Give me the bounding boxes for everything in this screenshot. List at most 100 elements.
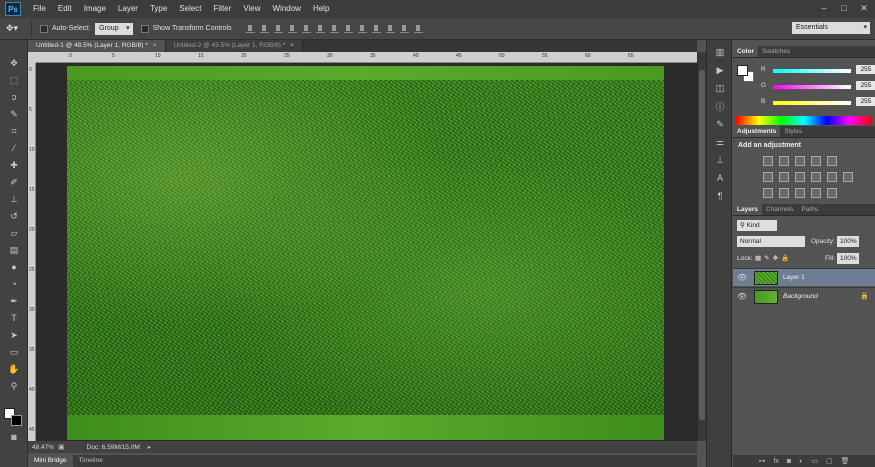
channel-mixer-icon[interactable] — [827, 172, 837, 182]
new-group-icon[interactable]: ▭ — [811, 457, 818, 465]
crop-tool-icon[interactable]: ⌗ — [4, 124, 24, 138]
path-selection-tool-icon[interactable]: ➤ — [4, 328, 24, 342]
healing-brush-tool-icon[interactable]: ✚ — [4, 158, 24, 172]
brush-tool-icon[interactable]: ✐ — [4, 175, 24, 189]
ruler-corner[interactable] — [28, 52, 36, 63]
auto-align-icon[interactable] — [413, 24, 423, 33]
tab-close-icon[interactable]: × — [153, 42, 157, 49]
menu-filter[interactable]: Filter — [208, 0, 238, 18]
auto-select-dropdown[interactable]: Group — [95, 22, 133, 35]
info-icon[interactable]: ⓘ — [712, 100, 728, 112]
tab-styles[interactable]: Styles — [780, 126, 806, 137]
status-arrow-icon[interactable]: ▸ — [148, 443, 151, 451]
layer-name[interactable]: Layer 1 — [783, 274, 805, 281]
tab-adjustments[interactable]: Adjustments — [733, 126, 781, 137]
menu-file[interactable]: File — [27, 0, 52, 18]
menu-layer[interactable]: Layer — [112, 0, 144, 18]
menu-window[interactable]: Window — [267, 0, 307, 18]
add-mask-icon[interactable]: ◙ — [787, 458, 791, 465]
color-balance-icon[interactable] — [779, 172, 789, 182]
opacity-field[interactable]: 100% — [837, 236, 859, 247]
tab-layers[interactable]: Layers — [733, 204, 762, 215]
tab-paths[interactable]: Paths — [797, 204, 822, 215]
tab-color[interactable]: Color — [733, 46, 758, 57]
new-layer-icon[interactable]: ▢ — [826, 457, 833, 465]
align-vcenter-icon[interactable] — [259, 24, 269, 33]
lasso-tool-icon[interactable]: ↄ — [4, 90, 24, 104]
invert-icon[interactable] — [763, 188, 773, 198]
black-white-icon[interactable] — [795, 172, 805, 182]
menu-image[interactable]: Image — [78, 0, 112, 18]
ruler-left[interactable]: 0 5 10 15 20 25 30 35 40 45 — [28, 63, 36, 441]
green-slider[interactable] — [773, 85, 851, 89]
distribute-right-icon[interactable] — [399, 24, 409, 33]
rectangle-tool-icon[interactable]: ▭ — [4, 345, 24, 359]
actions-icon[interactable]: ▶ — [712, 64, 728, 76]
green-value[interactable]: 255 — [856, 81, 875, 90]
history-icon[interactable]: ▥ — [712, 46, 728, 58]
red-value[interactable]: 255 — [856, 65, 875, 74]
zoom-tool-icon[interactable]: ⚲ — [4, 379, 24, 393]
type-tool-icon[interactable]: T — [4, 311, 24, 325]
align-hcenter-icon[interactable] — [301, 24, 311, 33]
levels-icon[interactable] — [779, 156, 789, 166]
layer-name[interactable]: Background — [783, 293, 818, 300]
align-right-icon[interactable] — [315, 24, 325, 33]
document-canvas[interactable] — [67, 66, 664, 440]
distribute-bottom-icon[interactable] — [357, 24, 367, 33]
brush-presets-icon[interactable]: ⚌ — [712, 136, 728, 148]
blend-mode-dropdown[interactable]: Normal — [737, 236, 805, 247]
link-layers-icon[interactable]: ⊶ — [758, 457, 765, 465]
visibility-eye-icon[interactable]: 👁 — [737, 292, 747, 301]
gradient-map-icon[interactable] — [811, 188, 821, 198]
blue-slider[interactable] — [773, 101, 851, 105]
visibility-eye-icon[interactable]: 👁 — [737, 273, 747, 282]
blue-value[interactable]: 255 — [856, 97, 875, 106]
layer-style-icon[interactable]: fx — [773, 458, 778, 465]
tab-mini-bridge[interactable]: Mini Bridge — [28, 455, 73, 467]
menu-edit[interactable]: Edit — [52, 0, 78, 18]
tab-swatches[interactable]: Swatches — [758, 46, 794, 57]
curves-icon[interactable] — [795, 156, 805, 166]
ruler-top[interactable]: 0 5 10 15 20 25 30 35 40 45 50 55 60 65 — [36, 52, 697, 63]
lock-icons[interactable]: ▦✎✥🔒 — [755, 254, 792, 262]
zoom-level[interactable]: 48.47% — [28, 444, 58, 451]
gradient-tool-icon[interactable]: ▤ — [4, 243, 24, 257]
transform-controls-checkbox[interactable] — [140, 24, 149, 33]
selective-color-icon[interactable] — [827, 188, 837, 198]
red-slider[interactable] — [773, 69, 851, 73]
quick-select-tool-icon[interactable]: ✎ — [4, 107, 24, 121]
background-color-swatch[interactable] — [11, 415, 22, 426]
distribute-top-icon[interactable] — [329, 24, 339, 33]
dodge-tool-icon[interactable]: ◔ — [4, 277, 24, 291]
clone-source-icon[interactable]: ⊥ — [712, 154, 728, 166]
quick-mask-icon[interactable]: ◙ — [4, 430, 24, 444]
delete-layer-icon[interactable]: 🗑 — [841, 457, 850, 465]
marquee-tool-icon[interactable]: ⬚ — [4, 73, 24, 87]
eraser-tool-icon[interactable]: ▱ — [4, 226, 24, 240]
brush-icon[interactable]: ✎ — [712, 118, 728, 130]
menu-select[interactable]: Select — [173, 0, 207, 18]
color-spectrum[interactable] — [736, 116, 872, 125]
layer-row-layer-1[interactable]: 👁 Layer 1 — [733, 268, 875, 286]
brightness-icon[interactable] — [763, 156, 773, 166]
workspace-dropdown[interactable]: Essentials — [792, 22, 870, 34]
layer-row-background[interactable]: 👁 Background 🔒 — [733, 287, 875, 305]
distribute-left-icon[interactable] — [371, 24, 381, 33]
panel-foreground-swatch[interactable] — [737, 65, 748, 76]
minimize-button[interactable]: – — [817, 2, 831, 14]
menu-type[interactable]: Type — [144, 0, 173, 18]
threshold-icon[interactable] — [795, 188, 805, 198]
tab-untitled-1[interactable]: Untitled-1 @ 48.5% (Layer 1, RGB/8) * × — [28, 40, 166, 52]
align-left-icon[interactable] — [287, 24, 297, 33]
color-swatches[interactable] — [4, 408, 22, 426]
eyedropper-tool-icon[interactable]: ⁄ — [4, 141, 24, 155]
menu-help[interactable]: Help — [307, 0, 335, 18]
tab-close-icon[interactable]: × — [290, 42, 294, 49]
exposure-icon[interactable] — [811, 156, 821, 166]
hue-saturation-icon[interactable] — [763, 172, 773, 182]
move-tool-icon[interactable]: ✥ — [4, 56, 24, 70]
posterize-icon[interactable] — [779, 188, 789, 198]
history-brush-tool-icon[interactable]: ↺ — [4, 209, 24, 223]
blur-tool-icon[interactable]: ● — [4, 260, 24, 274]
